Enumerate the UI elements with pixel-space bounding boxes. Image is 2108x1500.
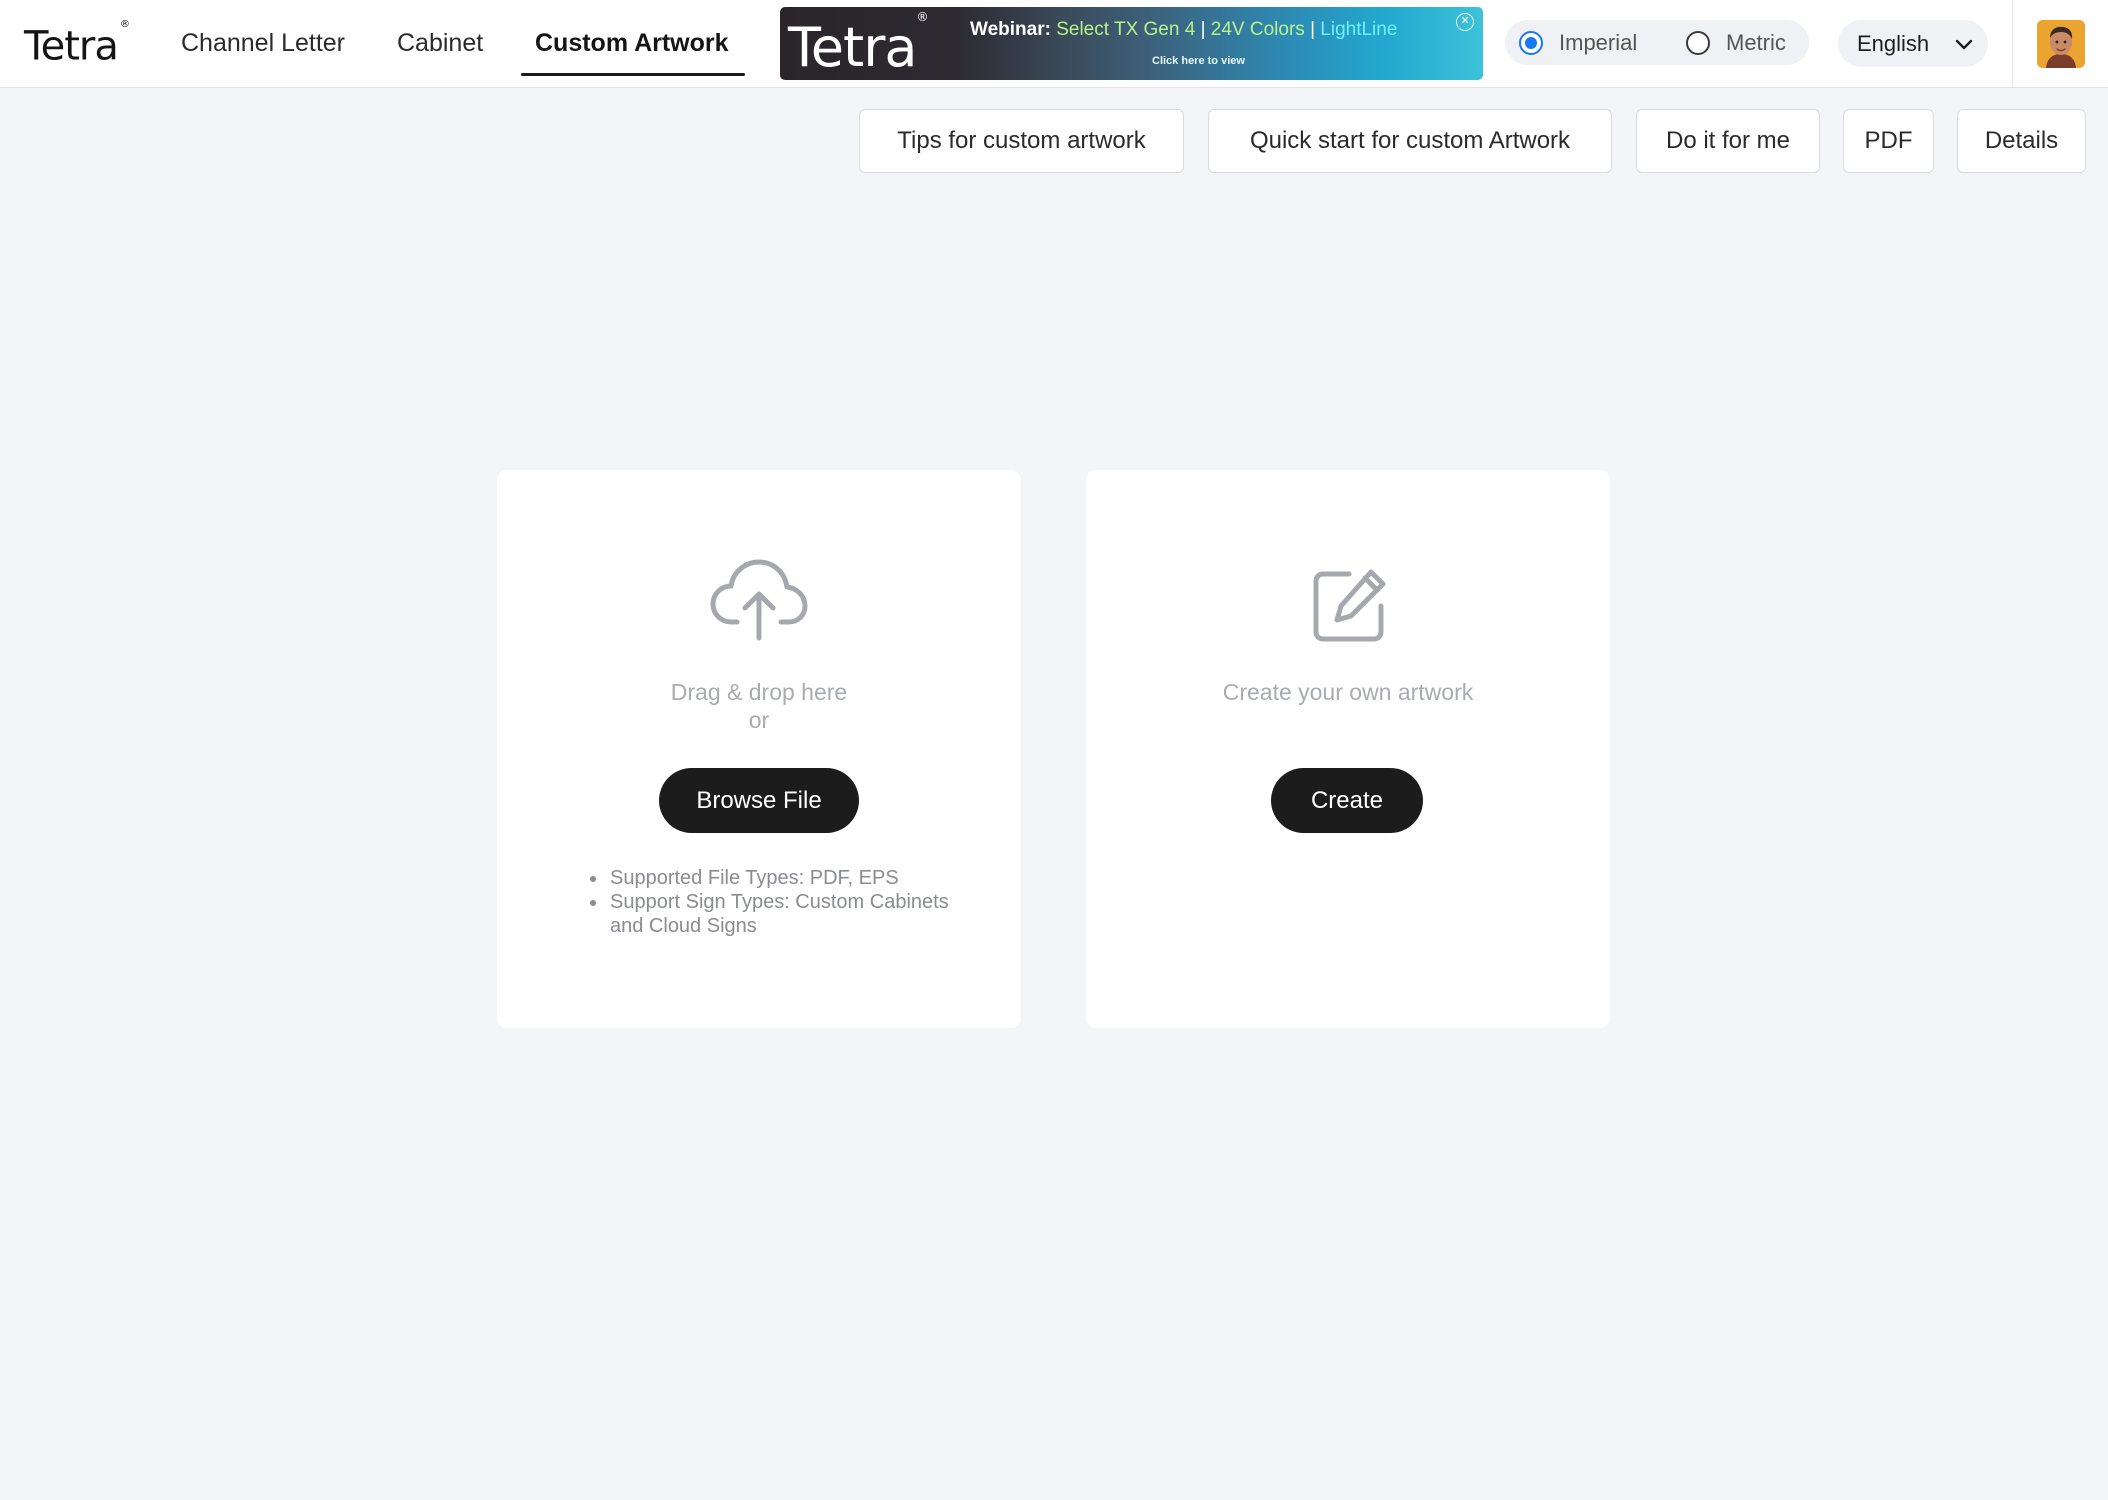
user-avatar-icon — [2037, 20, 2085, 68]
tips-button[interactable]: Tips for custom artwork — [859, 109, 1184, 173]
banner-headline: Webinar: Select TX Gen 4 | 24V Colors | … — [970, 18, 1397, 42]
banner-registered-mark: ® — [916, 10, 929, 24]
top-navigation-bar: Tetra ® Channel Letter Cabinet Custom Art… — [0, 0, 2108, 88]
banner-separator: | — [1310, 19, 1315, 40]
edit-square-icon — [1313, 569, 1386, 642]
create-button[interactable]: Create — [1271, 768, 1423, 833]
drag-drop-text: Drag & drop here — [670, 679, 848, 705]
list-item: Supported File Types: PDF, EPS — [587, 866, 967, 890]
webinar-banner[interactable]: Tetra® Webinar: Select TX Gen 4 | 24V Co… — [780, 7, 1483, 80]
banner-separator: | — [1200, 19, 1206, 40]
header-divider — [2012, 0, 2013, 88]
tab-custom-artwork[interactable]: Custom Artwork — [535, 26, 729, 60]
quick-start-button[interactable]: Quick start for custom Artwork — [1208, 109, 1612, 173]
chevron-down-icon — [1955, 39, 1973, 50]
browse-file-button[interactable]: Browse File — [659, 768, 859, 833]
active-tab-indicator — [521, 73, 745, 76]
tab-cabinet[interactable]: Cabinet — [397, 26, 483, 60]
banner-item-tx-gen4: Select TX Gen 4 — [1056, 19, 1196, 40]
create-artwork-card: Create your own artwork Create — [1086, 470, 1610, 1028]
cloud-upload-icon — [710, 559, 808, 641]
banner-logo: Tetra® — [788, 10, 929, 80]
radio-imperial[interactable] — [1519, 31, 1543, 55]
or-text: or — [748, 707, 770, 733]
create-own-artwork-text: Create your own artwork — [1222, 679, 1474, 705]
banner-logo-text: Tetra — [788, 16, 917, 79]
avatar[interactable] — [2037, 20, 2085, 68]
banner-cta[interactable]: Click here to view — [1152, 55, 1245, 67]
tetra-logo[interactable]: Tetra ® — [24, 18, 130, 71]
logo-text: Tetra — [24, 23, 119, 70]
radio-metric-label[interactable]: Metric — [1726, 30, 1786, 56]
upload-requirements-list: Supported File Types: PDF, EPS Support S… — [587, 866, 967, 938]
banner-item-24v-colors: 24V Colors — [1210, 19, 1305, 40]
radio-metric[interactable] — [1686, 31, 1710, 55]
close-icon[interactable]: ✕ — [1456, 13, 1474, 31]
unit-toggle: Imperial Metric — [1505, 20, 1809, 65]
banner-item-lightline: LightLine — [1320, 19, 1398, 40]
details-button[interactable]: Details — [1957, 109, 2086, 173]
upload-artwork-card[interactable]: Drag & drop here or Browse File Supporte… — [497, 470, 1021, 1028]
banner-lead: Webinar: — [970, 19, 1051, 40]
do-it-for-me-button[interactable]: Do it for me — [1636, 109, 1820, 173]
tab-channel-letter[interactable]: Channel Letter — [181, 26, 345, 60]
radio-imperial-label[interactable]: Imperial — [1559, 30, 1637, 56]
logo-registered-mark: ® — [119, 19, 130, 30]
language-select[interactable]: English — [1838, 20, 1988, 67]
language-selected-value: English — [1857, 31, 1930, 56]
list-item: Support Sign Types: Custom Cabinets and … — [587, 890, 967, 938]
pdf-button[interactable]: PDF — [1843, 109, 1934, 173]
